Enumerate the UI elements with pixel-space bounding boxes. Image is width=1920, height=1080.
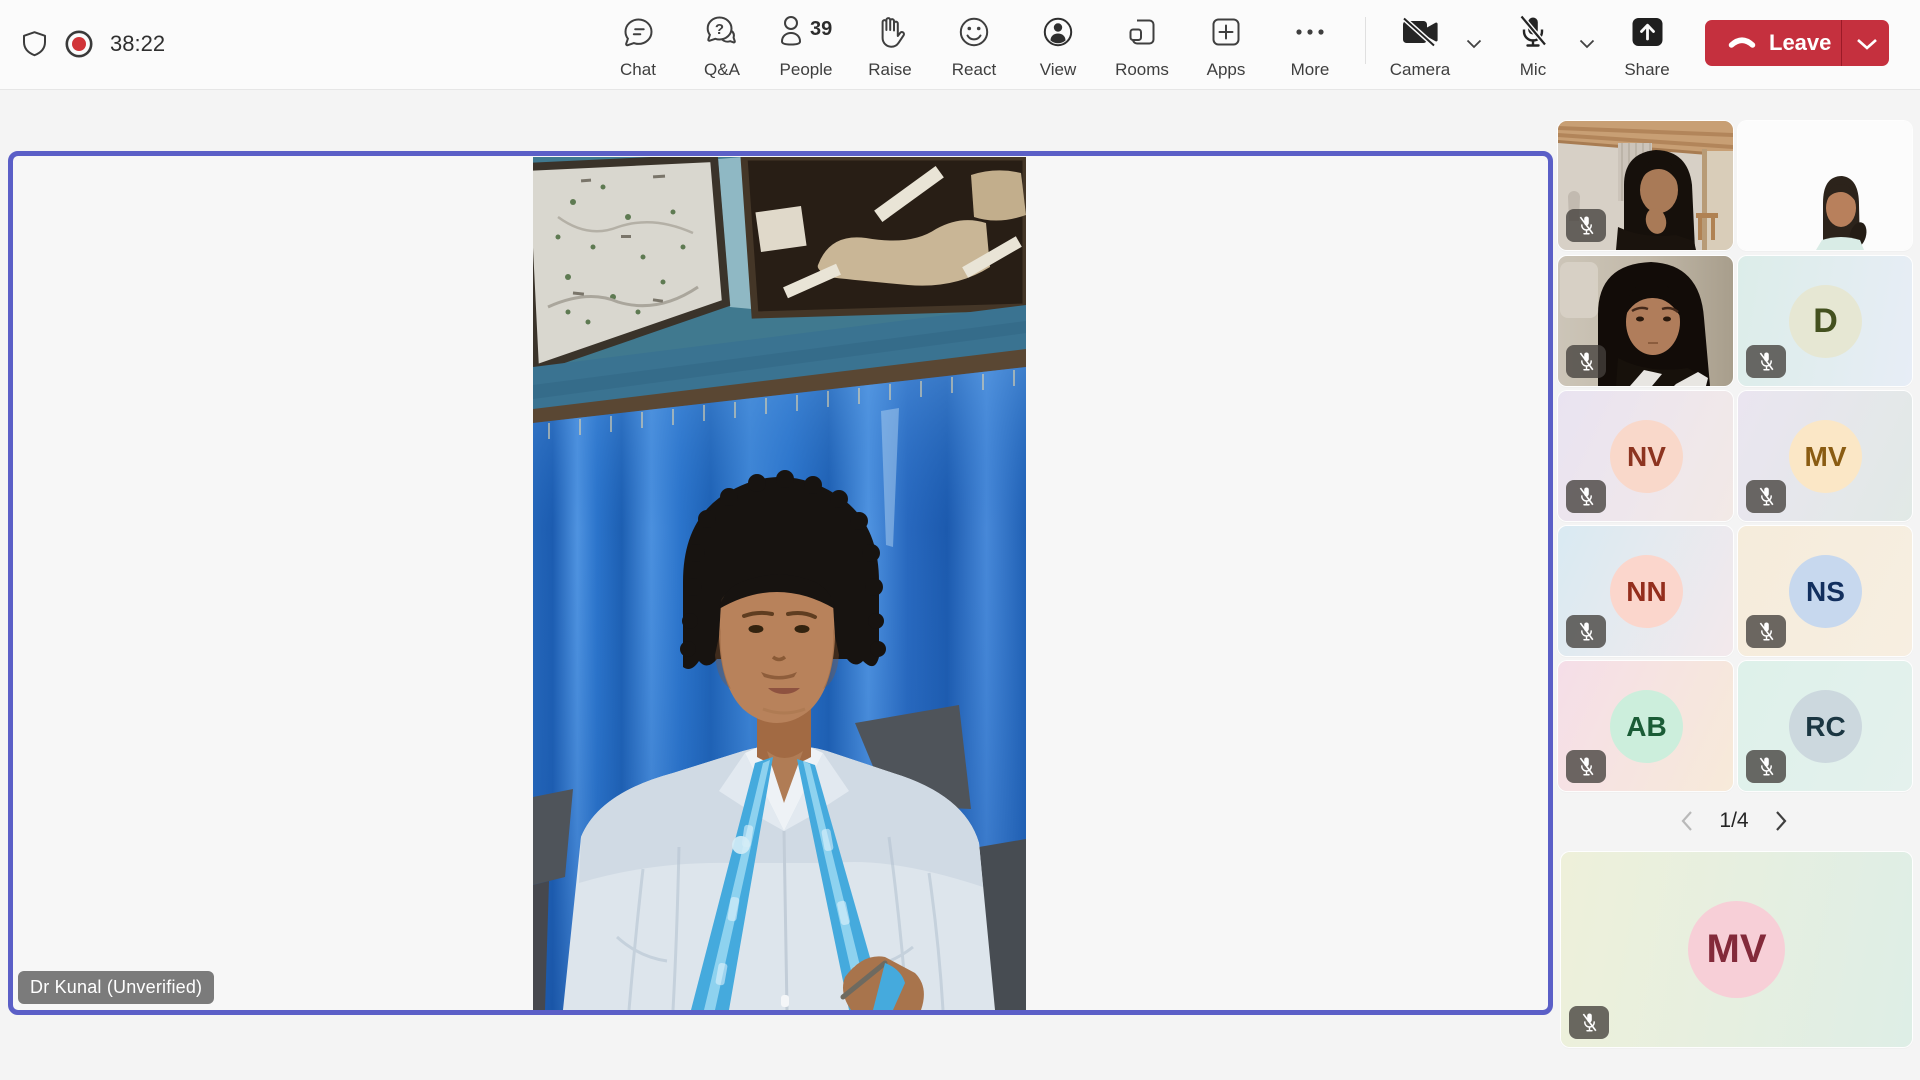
svg-text:?: ? bbox=[715, 21, 724, 38]
svg-text:39: 39 bbox=[810, 18, 832, 40]
